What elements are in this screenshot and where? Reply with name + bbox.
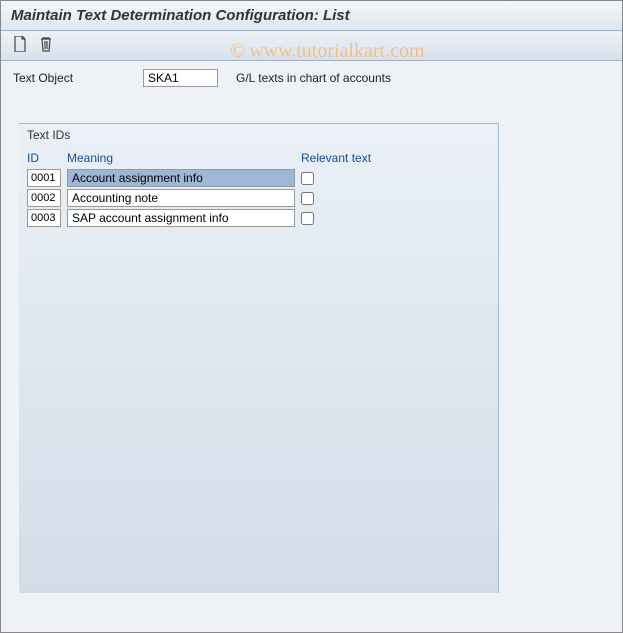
id-cell[interactable] (27, 189, 61, 207)
table-row (27, 168, 490, 188)
id-cell[interactable] (27, 169, 61, 187)
id-cell[interactable] (27, 209, 61, 227)
document-icon (13, 36, 27, 55)
header-relevant: Relevant text (301, 151, 421, 165)
table-row (27, 208, 490, 228)
meaning-cell[interactable] (67, 169, 295, 187)
meaning-cell[interactable] (67, 209, 295, 227)
meaning-cell[interactable] (67, 189, 295, 207)
content-area: Text Object G/L texts in chart of accoun… (1, 61, 622, 632)
text-object-input[interactable] (143, 69, 218, 87)
relevant-checkbox[interactable] (301, 212, 314, 225)
header-meaning: Meaning (67, 151, 295, 165)
titlebar: Maintain Text Determination Configuratio… (1, 1, 622, 31)
toolbar (1, 31, 622, 61)
relevant-checkbox[interactable] (301, 172, 314, 185)
delete-button[interactable] (35, 35, 57, 57)
app-window: Maintain Text Determination Configuratio… (0, 0, 623, 633)
trash-icon (39, 36, 53, 55)
grid-header: ID Meaning Relevant text (27, 148, 490, 168)
header-id: ID (27, 151, 61, 165)
text-ids-panel: Text IDs ID Meaning Relevant text (1, 123, 622, 632)
table-row (27, 188, 490, 208)
text-object-label: Text Object (13, 71, 133, 85)
text-object-row: Text Object G/L texts in chart of accoun… (1, 61, 622, 95)
new-button[interactable] (9, 35, 31, 57)
relevant-checkbox[interactable] (301, 192, 314, 205)
text-object-description: G/L texts in chart of accounts (236, 71, 391, 85)
text-ids-grid: ID Meaning Relevant text (19, 146, 498, 236)
panel-title: Text IDs (19, 124, 498, 146)
page-title: Maintain Text Determination Configuratio… (11, 7, 350, 24)
